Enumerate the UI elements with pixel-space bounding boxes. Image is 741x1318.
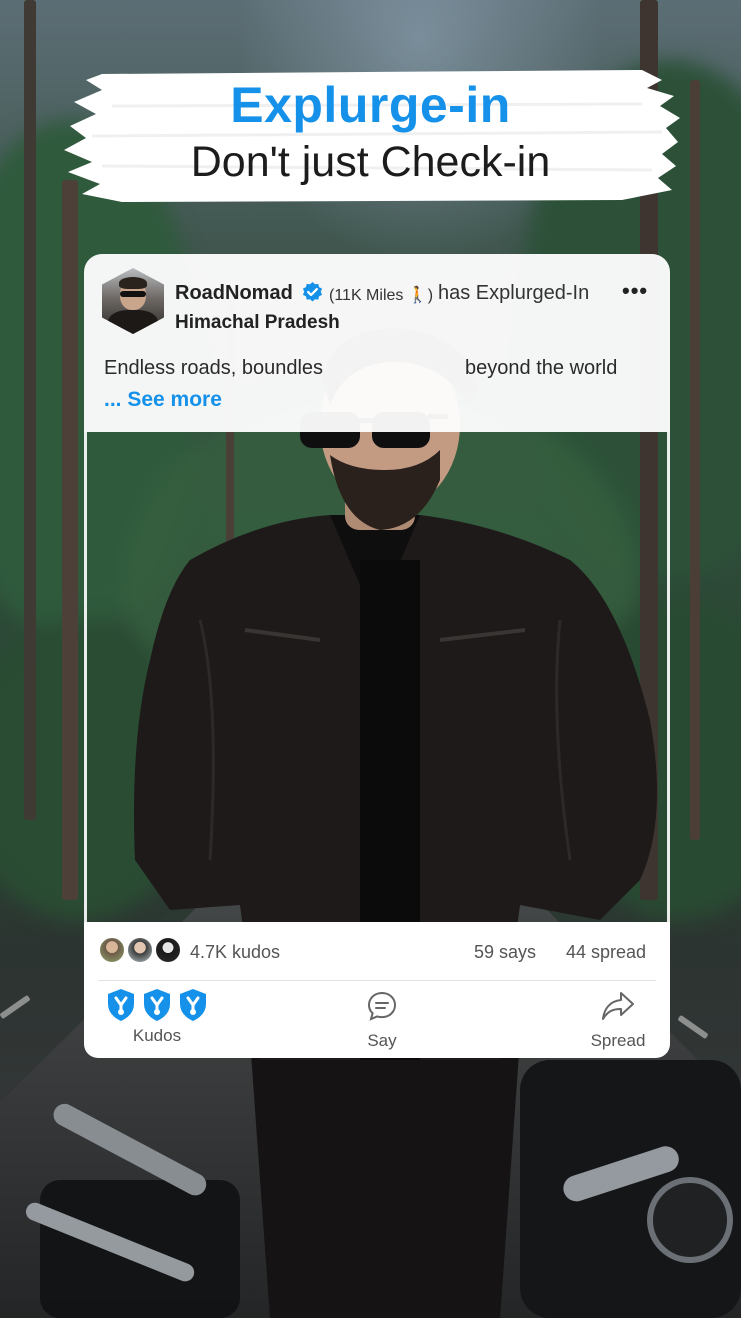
post-caption: Endless roads, boundles beyond the world [104,357,634,380]
more-dots-icon[interactable]: ••• [622,278,648,304]
post-stats: 4.7K kudos 59 says 44 spread [98,936,654,968]
kudos-avatar [98,936,126,964]
miles-badge: (11K Miles 🚶) [329,285,433,305]
post-location[interactable]: Himachal Pradesh [175,312,340,334]
kudos-shield-icon [108,989,134,1021]
say-button[interactable]: Say [350,990,414,1051]
kudos-label: Kudos [132,1026,182,1045]
post-image-frame[interactable] [84,432,670,924]
miles-close: ) [427,287,434,304]
verified-badge-icon [302,281,323,302]
kudos-avatar [126,936,154,964]
post-username[interactable]: RoadNomad [175,282,293,305]
speech-bubble-icon [367,991,397,1021]
post-action-text: has Explurged-In [438,282,590,304]
walking-person-icon: 🚶 [407,287,428,304]
kudos-button[interactable]: Kudos [100,988,214,1046]
spread-label: Spread [590,1031,646,1050]
miles-text: (11K Miles [329,287,404,304]
caption-start: Endless roads, boundles [104,357,324,379]
kudos-count[interactable]: 4.7K kudos [190,942,280,963]
spread-count[interactable]: 44 spread [566,942,646,963]
share-arrow-icon [602,992,634,1020]
say-label: Say [367,1031,397,1050]
app-title: Explurge-in [230,77,511,133]
see-more-link[interactable]: ... See more [104,388,222,412]
kudos-shield-icon [144,989,170,1021]
spread-button[interactable]: Spread [582,990,654,1051]
caption-end: beyond the world [465,357,618,379]
says-count[interactable]: 59 says [474,942,536,963]
app-tagline: Don't just Check-in [190,138,551,186]
divider [98,980,656,981]
kudos-shield-icon [180,989,206,1021]
kudos-avatar [154,936,182,964]
